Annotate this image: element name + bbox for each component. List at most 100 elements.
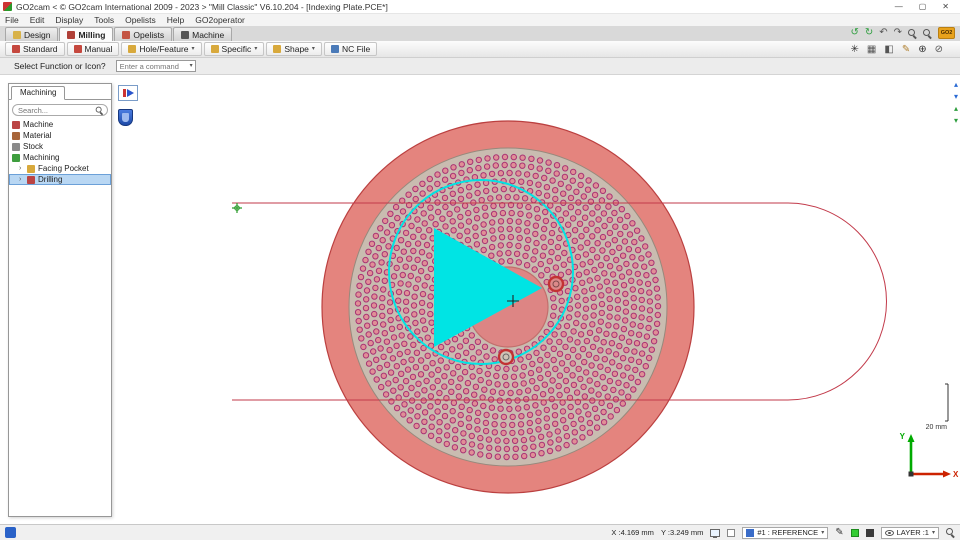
secondary-color-swatch[interactable] — [865, 528, 874, 537]
manual-label: Manual — [84, 44, 113, 54]
manual-button[interactable]: Manual — [66, 42, 120, 56]
drawing-canvas[interactable]: Y X 20 mm — [0, 75, 960, 524]
go2-badge[interactable]: GO2 — [938, 27, 955, 39]
reference-select[interactable]: #1 : REFERENCE ▾ — [742, 526, 829, 539]
window-controls: — ▢ ✕ — [895, 2, 957, 11]
statusbar: X :4.169 mm Y :3.249 mm #1 : REFERENCE ▾… — [0, 524, 960, 540]
menu-file[interactable]: File — [5, 15, 19, 25]
panel-tab-machining[interactable]: Machining — [11, 86, 66, 100]
machine-node-icon — [12, 120, 20, 129]
menu-go2operator[interactable]: GO2operator — [195, 15, 245, 25]
selection-web-icon[interactable]: ✳ — [851, 45, 859, 55]
menu-tools[interactable]: Tools — [94, 15, 114, 25]
app-icon — [3, 2, 12, 11]
menu-display[interactable]: Display — [55, 15, 83, 25]
menu-edit[interactable]: Edit — [30, 15, 45, 25]
nc-file-icon — [330, 45, 339, 53]
milling-toolbar: Standard Manual Hole/Feature ▾ Specific … — [0, 41, 960, 58]
pen-icon[interactable]: ✎ — [835, 527, 843, 538]
rotate-ccw-icon[interactable]: ↺ — [850, 28, 858, 38]
tree-item-stock[interactable]: Stock — [9, 141, 111, 152]
tree-label: Drilling — [38, 175, 63, 184]
nav-next-icon[interactable]: ▾ — [954, 117, 958, 125]
menubar: File Edit Display Tools Opelists Help GO… — [0, 14, 960, 26]
nav-up-icon[interactable]: ▴ — [954, 81, 958, 89]
standard-icon — [12, 45, 20, 53]
nav-prev-icon[interactable]: ▴ — [954, 105, 958, 113]
zoom-previous-icon[interactable] — [908, 28, 917, 38]
zoom-window-icon[interactable] — [923, 28, 932, 38]
search-wrap — [12, 104, 108, 116]
tab-opelists[interactable]: Opelists — [114, 27, 173, 41]
forbid-icon[interactable]: ⊘ — [935, 45, 943, 55]
menu-help[interactable]: Help — [167, 15, 184, 25]
shape-button[interactable]: Shape ▾ — [266, 42, 322, 56]
svg-text:X: X — [953, 470, 959, 479]
chevron-down-icon: ▾ — [254, 46, 258, 52]
monitor-icon[interactable] — [710, 528, 721, 538]
layer-label: LAYER :1 — [896, 528, 929, 537]
tree-label: Stock — [23, 142, 44, 151]
pencil-icon[interactable]: ✎ — [902, 45, 910, 55]
redo-icon[interactable]: ↷ — [894, 28, 902, 38]
reference-label: #1 : REFERENCE — [757, 528, 819, 537]
minimize-button[interactable]: — — [895, 2, 903, 11]
svg-text:20 mm: 20 mm — [926, 424, 948, 431]
view-toolbar: ↺ ↻ ↶ ↷ GO2 — [850, 27, 955, 39]
layer-select[interactable]: LAYER :1 ▾ — [880, 526, 939, 539]
ribbon-tabs: Design Milling Opelists Machine — [0, 26, 960, 41]
eraser-icon[interactable]: ▦ — [867, 45, 876, 55]
tab-design[interactable]: Design — [5, 27, 59, 41]
play-icon — [126, 89, 134, 97]
fill-icon[interactable]: ◧ — [884, 45, 893, 55]
shape-icon — [273, 45, 282, 53]
nc-file-label: NC File — [341, 44, 371, 54]
standard-button[interactable]: Standard — [5, 42, 65, 56]
specific-label: Specific — [221, 44, 252, 54]
chevron-down-icon: ▾ — [311, 46, 315, 52]
expander-icon[interactable]: › — [19, 176, 24, 183]
edge-nav: ▴ ▾ ▴ ▾ — [954, 81, 958, 125]
rotate-cw-icon[interactable]: ↻ — [865, 28, 873, 38]
tab-milling-label: Milling — [78, 29, 106, 40]
close-button[interactable]: ✕ — [942, 2, 949, 11]
hole-feature-button[interactable]: Hole/Feature ▾ — [121, 42, 202, 56]
stock-node-icon — [12, 142, 20, 151]
chevron-down-icon[interactable]: ▾ — [190, 63, 193, 69]
shield-button[interactable] — [118, 109, 133, 126]
shield-icon — [122, 113, 129, 122]
search-input[interactable] — [12, 104, 108, 116]
tree-item-facing-pocket[interactable]: › Facing Pocket — [9, 163, 111, 174]
nc-file-button[interactable]: NC File — [323, 42, 378, 56]
command-input[interactable] — [115, 60, 196, 72]
machine-icon — [181, 30, 190, 39]
opelists-icon — [122, 30, 131, 39]
svg-text:Y: Y — [900, 432, 906, 441]
nav-down-icon[interactable]: ▾ — [954, 93, 958, 101]
tree-item-machining[interactable]: Machining — [9, 152, 111, 163]
facing-pocket-node-icon — [27, 164, 35, 173]
standard-label: Standard — [23, 44, 58, 54]
tab-machine[interactable]: Machine — [173, 27, 233, 41]
expander-icon[interactable]: › — [19, 165, 24, 172]
drilling-node-icon — [27, 175, 35, 184]
undo-icon[interactable]: ↶ — [879, 28, 887, 38]
zoom-in-icon[interactable]: ⊕ — [918, 45, 926, 55]
status-zoom-icon[interactable] — [946, 528, 955, 537]
maximize-button[interactable]: ▢ — [919, 2, 927, 11]
specific-button[interactable]: Specific ▾ — [203, 42, 265, 56]
tree-item-material[interactable]: Material — [9, 130, 111, 141]
hole-feature-icon — [128, 45, 137, 53]
grid-checkbox[interactable] — [727, 528, 736, 537]
machining-tree: Machine Material Stock Machining › Facin… — [9, 119, 111, 185]
tree-item-machine[interactable]: Machine — [9, 119, 111, 130]
tree-item-drilling[interactable]: › Drilling — [9, 174, 111, 185]
tab-milling[interactable]: Milling — [59, 27, 114, 41]
status-app-icon[interactable] — [5, 527, 16, 538]
chevron-down-icon: ▾ — [821, 529, 825, 536]
y-coordinate: Y :3.249 mm — [660, 528, 704, 537]
machining-panel: Machining Machine Material Stock Machini… — [8, 83, 112, 517]
menu-opelists[interactable]: Opelists — [125, 15, 156, 25]
simulation-play-button[interactable] — [118, 85, 138, 101]
active-color-swatch[interactable] — [850, 528, 859, 537]
